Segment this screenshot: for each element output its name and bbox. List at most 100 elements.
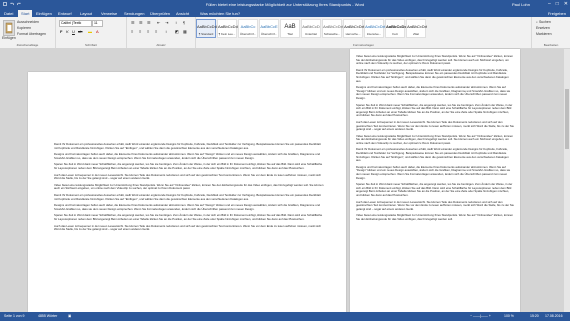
style-subtle-emphasis[interactable]: AaBbCcDd Schwache... [322, 19, 343, 38]
status-bar: Seite 1 von 9 4855 Wörter ▣ − ——|—— + 10… [0, 312, 570, 321]
decrease-indent-icon[interactable]: ⇤ [157, 20, 160, 25]
align-right-icon[interactable]: ≡ [147, 29, 149, 34]
paragraph[interactable]: Designs und Formatvorlagen helfen auch d… [54, 203, 324, 211]
style-emphasis[interactable]: AaBbCcDd Hervorhe... [343, 19, 364, 38]
font-name-field[interactable]: Calibri (Textk [59, 20, 92, 27]
tab-ansicht[interactable]: Ansicht [176, 11, 189, 16]
paragraph[interactable]: Sparen Sie Zeit in Word dank neuer Schal… [356, 182, 514, 197]
user-name[interactable]: Paul Lohn [512, 2, 530, 7]
style-subtitle[interactable]: AaBbCcD Untertitel [301, 19, 321, 38]
find-button[interactable]: ⌕ Suchen [536, 20, 551, 24]
maximize-icon[interactable]: □ [556, 1, 559, 7]
tab-verweise[interactable]: Verweise [101, 11, 117, 16]
tab-layout[interactable]: Layout [80, 11, 92, 16]
cut-button[interactable]: Ausschneiden [17, 20, 39, 24]
zoom-slider[interactable]: − ——|—— + [470, 314, 491, 318]
line-spacing-icon[interactable]: ↕ [165, 29, 167, 34]
paste-label: Einfügen [2, 36, 16, 40]
style-no-spacing[interactable]: AaBbCcDd ¶ Kein Lee... [217, 19, 238, 38]
search-icon: ⌕ [536, 20, 538, 24]
select-button[interactable]: Markieren [536, 32, 552, 36]
paragraph[interactable]: Designs und Formatvorlagen helfen auch d… [356, 165, 514, 180]
clock-date: 17.08.2016 [545, 314, 563, 318]
word-count[interactable]: 4855 Wörter [38, 314, 57, 318]
font-size-field[interactable]: 11 [92, 20, 103, 27]
style-heading-1[interactable]: AaBbCc Überschrif... [238, 19, 258, 38]
strikethrough-button[interactable]: ab [78, 29, 82, 34]
window-title: Füllen bietet eine leistungsstarke Mögli… [205, 2, 365, 7]
document-area[interactable]: Damit Ihr Dokument ein professionelles A… [0, 49, 570, 312]
paste-button[interactable] [3, 20, 15, 36]
underline-button[interactable]: U [72, 29, 75, 34]
share-button[interactable]: Freigeben [548, 11, 566, 16]
increase-indent-icon[interactable]: ⇥ [165, 20, 168, 25]
copy-button[interactable]: Kopieren [17, 26, 31, 30]
shading-icon[interactable]: ◩ [175, 29, 179, 34]
font-color-button[interactable]: A [96, 29, 99, 34]
style-heading-2[interactable]: AaBbCcE Überschrif... [259, 19, 279, 38]
paragraph[interactable]: Video bietet eine leistungsstarke Möglic… [356, 134, 514, 146]
paragraph[interactable]: Auch das Lesen ist bequemer in der neuen… [356, 200, 514, 212]
minimize-icon[interactable]: – [548, 1, 551, 7]
page-count[interactable]: Seite 1 von 9 [4, 314, 24, 318]
tab-entwurf[interactable]: Entwurf [58, 11, 72, 16]
style-strong[interactable]: AaBbCcDd Fett [385, 19, 407, 38]
paragraph-group: ☰ ☰ ☰ ⇤ ⇥ ↕ ¶ ≡ ≡ ≡ ≡ ↕ ◩ ▦ Absatz [127, 17, 196, 48]
font-group-label: Schriftart [84, 43, 97, 47]
justify-icon[interactable]: ≡ [155, 29, 157, 34]
document-page-1[interactable]: Damit Ihr Dokument ein professionelles A… [28, 72, 346, 312]
multilevel-list-icon[interactable]: ☰ [147, 20, 151, 25]
paragraph[interactable]: Damit Ihr Dokument ein professionelles A… [356, 68, 514, 83]
sort-icon[interactable]: ↕ [175, 20, 177, 25]
style-standard[interactable]: AaBbCcDd ¶ Standard [196, 19, 217, 38]
paragraph[interactable]: Damit Ihr Dokument ein professionelles A… [54, 193, 324, 201]
paragraph[interactable]: Damit Ihr Dokument ein professionelles A… [356, 148, 514, 162]
style-title[interactable]: AaB Titel [280, 19, 300, 38]
vertical-scrollbar[interactable] [564, 49, 570, 312]
format-painter-button[interactable]: Format übertragen [17, 32, 46, 36]
paragraph[interactable]: Damit Ihr Dokument ein professionelles A… [54, 142, 324, 150]
ribbon: Einfügen Ausschneiden Kopieren Format üb… [0, 17, 570, 49]
document-page-2[interactable]: Video bietet eine leistungsstarke Möglic… [350, 49, 520, 312]
align-left-icon[interactable]: ≡ [131, 29, 133, 34]
tab-datei[interactable]: Datei [4, 11, 13, 16]
highlight-color-button[interactable]: ▬ [88, 29, 92, 34]
paragraph[interactable]: Sparen Sie Zeit in Word dank neuer Schal… [54, 213, 324, 221]
show-formatting-icon[interactable]: ¶ [183, 20, 185, 25]
replace-button[interactable]: Ersetzen [536, 26, 550, 30]
find-label: Suchen [538, 20, 551, 24]
bold-button[interactable]: F [60, 29, 62, 34]
close-icon[interactable]: ✕ [564, 1, 568, 7]
page-2-body: Video bietet eine leistungsstarke Möglic… [356, 54, 514, 225]
paragraph[interactable]: Auch das Lesen ist bequemer in der neuen… [356, 120, 514, 132]
bullets-icon[interactable]: ☰ [131, 20, 135, 25]
zoom-level[interactable]: 100 % [504, 314, 514, 318]
paragraph[interactable]: Sparen Sie Zeit in Word dank neuer Schal… [54, 163, 324, 170]
paragraph[interactable]: Designs und Formatvorlagen helfen auch d… [356, 85, 514, 100]
style-intense-emphasis[interactable]: AaBbCcDd Intensive... [364, 19, 385, 38]
paragraph[interactable]: Video bietet eine leistungsstarke Möglic… [54, 183, 324, 191]
tab-sendungen[interactable]: Sendungen [124, 11, 144, 16]
paste-icon [5, 22, 13, 34]
paragraph[interactable]: Auch das Lesen ist bequemer in der neuen… [54, 173, 324, 181]
clock-time: 15:20 [530, 314, 539, 318]
page-1-body: Damit Ihr Dokument ein professionelles A… [54, 142, 324, 235]
ribbon-tabs: Datei Start Einfügen Entwurf Layout Verw… [0, 9, 570, 18]
proofing-icon[interactable]: ▣ [68, 314, 71, 318]
tab-ueberpruefen[interactable]: Überprüfen [150, 11, 170, 16]
italic-button[interactable]: K [66, 29, 69, 34]
style-quote[interactable]: AaBbCcDd Zitat [406, 19, 427, 38]
numbering-icon[interactable]: ☰ [139, 20, 143, 25]
borders-icon[interactable]: ▦ [183, 29, 187, 34]
paragraph[interactable]: Video bietet eine leistungsstarke Möglic… [356, 54, 514, 66]
tab-einfuegen[interactable]: Einfügen [36, 11, 52, 16]
scrollbar-thumb[interactable] [565, 89, 569, 149]
align-center-icon[interactable]: ≡ [139, 29, 141, 34]
paragraph[interactable]: Sparen Sie Zeit in Word dank neuer Schal… [356, 103, 514, 118]
styles-group: AaBbCcDd ¶ Standard AaBbCcDd ¶ Kein Lee...… [196, 17, 532, 48]
tell-me-box[interactable]: Was möchten Sie tun? [200, 11, 240, 16]
paragraph[interactable]: Designs und Formatvorlagen helfen auch d… [54, 152, 324, 160]
paragraph[interactable]: Video bietet eine leistungsstarke Möglic… [356, 214, 514, 221]
paragraph-group-label: Absatz [156, 43, 166, 47]
paragraph[interactable]: Auch das Lesen ist bequemer in der neuen… [54, 224, 324, 232]
